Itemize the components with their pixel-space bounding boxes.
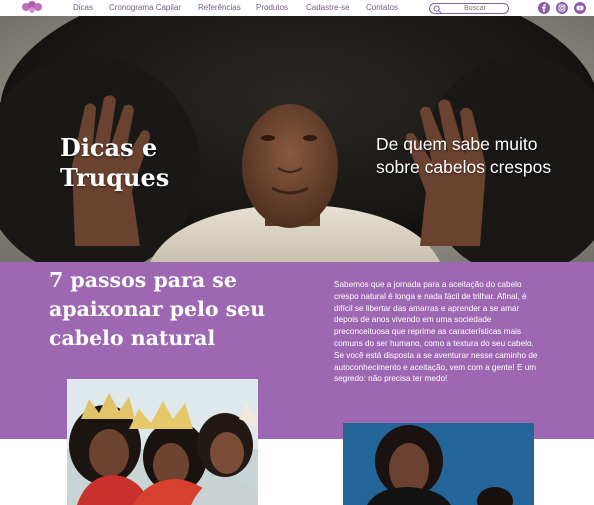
article-title[interactable]: 7 passos para se apaixonar pelo seu cabe… [49, 266, 279, 353]
hero-banner: Dicas e Truques De quem sabe muito sobre… [0, 16, 594, 262]
article-intro-text: Sabemos que a jornada para a aceitação d… [334, 280, 538, 384]
top-navbar: Dicas Cronograma Capilar Referências Pro… [0, 0, 594, 16]
instagram-icon[interactable] [556, 2, 568, 14]
woman-portrait-image [343, 423, 534, 505]
article-photo-woman [343, 423, 534, 505]
nav-link-dicas[interactable]: Dicas [73, 3, 93, 12]
kids-crowns-image [67, 379, 258, 505]
hero-subtitle: De quem sabe muito sobre cabelos crespos [376, 134, 552, 177]
facebook-icon[interactable] [538, 2, 550, 14]
youtube-icon[interactable] [574, 2, 586, 14]
nav-link-cadastre-se[interactable]: Cadastre-se [306, 3, 350, 12]
hero-title: Dicas e Truques [60, 133, 170, 192]
nav-link-referencias[interactable]: Referências [198, 3, 241, 12]
article-photo-kids-crowns [67, 379, 258, 505]
afro-hair-logo-icon[interactable] [21, 1, 43, 14]
search-input[interactable] [443, 4, 507, 13]
nav-link-produtos[interactable]: Produtos [256, 3, 288, 12]
nav-link-cronograma-capilar[interactable]: Cronograma Capilar [109, 3, 181, 12]
nav-link-contatos[interactable]: Contatos [366, 3, 398, 12]
search-icon [433, 5, 442, 14]
search-box[interactable] [429, 3, 509, 14]
